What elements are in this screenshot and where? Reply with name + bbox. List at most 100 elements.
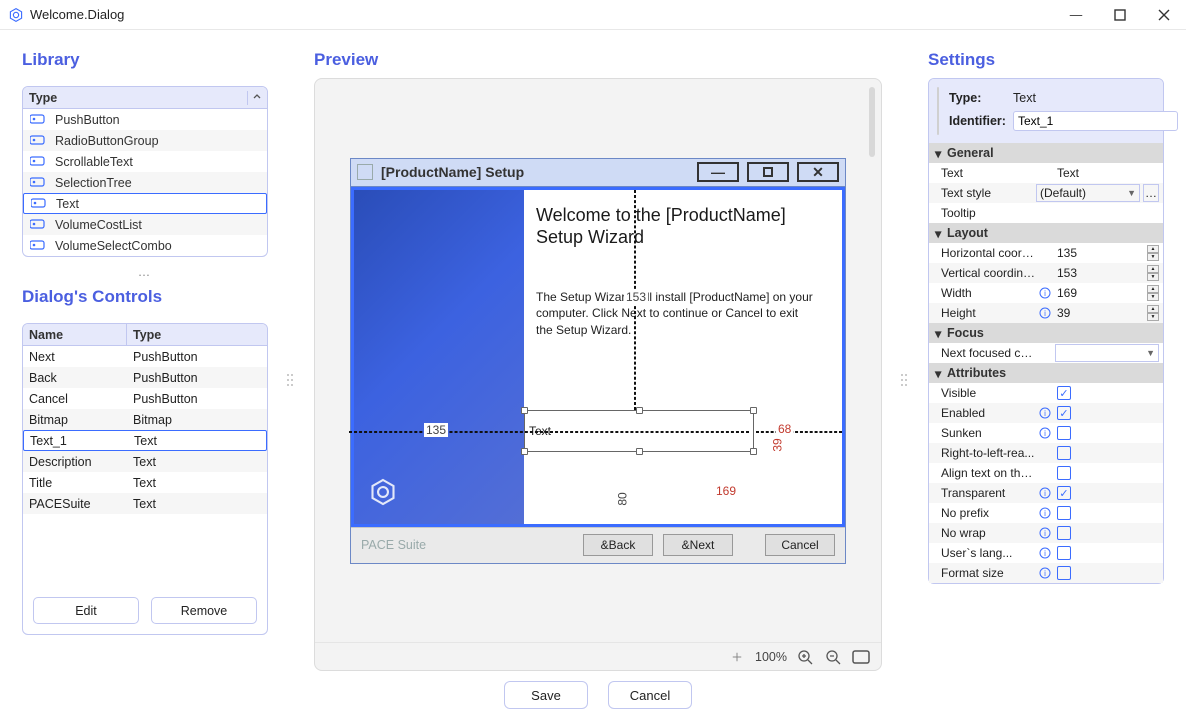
prop-no-wrap[interactable]: No wrapi [929,523,1163,543]
zoom-value: 100% [755,650,787,664]
info-icon[interactable]: i [1037,485,1053,501]
zoom-in-icon[interactable] [795,647,815,667]
info-icon[interactable]: i [1037,505,1053,521]
right-resize-grip[interactable] [900,50,910,709]
checkbox[interactable] [1057,546,1071,560]
dc-row-cancel[interactable]: CancelPushButton [23,388,267,409]
checkbox[interactable] [1057,486,1071,500]
cancel-button[interactable]: Cancel [608,681,692,709]
prop-sunken[interactable]: Sunkeni [929,423,1163,443]
dim-y: 153 [624,290,648,304]
dialog-controls-body[interactable]: NextPushButtonBackPushButtonCancelPushBu… [23,346,267,587]
info-icon[interactable]: i [1037,305,1053,321]
dialog-minimize[interactable]: — [697,162,739,182]
window-title: Welcome.Dialog [30,7,124,22]
checkbox[interactable] [1057,506,1071,520]
chevron-down-icon: ▾ [935,366,943,381]
dc-row-bitmap[interactable]: BitmapBitmap [23,409,267,430]
prop-vertical-coordina-[interactable]: Vertical coordina...153▲▼ [929,263,1163,283]
back-button[interactable]: &Back [583,534,653,556]
library-item-volumeselectcombo[interactable]: VolumeSelectCombo [23,235,267,256]
prop-user-s-lang-[interactable]: User`s lang...i [929,543,1163,563]
dc-row-back[interactable]: BackPushButton [23,367,267,388]
library-item-pushbutton[interactable]: PushButton [23,109,267,130]
dropdown[interactable]: ▼ [1055,344,1159,362]
info-icon[interactable]: i [1037,425,1053,441]
dialog-close[interactable]: ✕ [797,162,839,182]
checkbox[interactable] [1057,446,1071,460]
window-minimize[interactable]: — [1054,0,1098,30]
info-icon[interactable]: i [1037,545,1053,561]
library-list[interactable]: PushButtonRadioButtonGroupScrollableText… [23,109,267,256]
library-resize-grip[interactable]: … [22,265,268,279]
prop-visible[interactable]: Visible [929,383,1163,403]
prop-width[interactable]: Widthi169▲▼ [929,283,1163,303]
prop-format-size[interactable]: Format sizei [929,563,1163,583]
checkbox[interactable] [1057,566,1071,580]
checkbox[interactable] [1057,426,1071,440]
left-resize-grip[interactable] [286,50,296,709]
dropdown[interactable]: (Default)▼ [1036,184,1140,202]
checkbox[interactable] [1057,526,1071,540]
spinner[interactable]: ▲▼ [1147,285,1159,301]
dc-row-next[interactable]: NextPushButton [23,346,267,367]
edit-button[interactable]: Edit [33,597,139,624]
library-item-volumecostlist[interactable]: VolumeCostList [23,214,267,235]
prop-enabled[interactable]: Enabledi [929,403,1163,423]
window-close[interactable] [1142,0,1186,30]
ellipsis-button[interactable]: … [1143,184,1159,202]
safe-area-icon[interactable] [851,647,871,667]
prop-horizontal-coordi-[interactable]: Horizontal coordi...135▲▼ [929,243,1163,263]
group-focus[interactable]: ▾Focus [929,323,1163,343]
dc-row-description[interactable]: DescriptionText [23,451,267,472]
prop-no-prefix[interactable]: No prefixi [929,503,1163,523]
chevron-down-icon: ▾ [935,146,943,161]
identifier-input[interactable] [1013,111,1178,131]
remove-button[interactable]: Remove [151,597,257,624]
prop-text-style[interactable]: Text style(Default)▼… [929,183,1163,203]
info-icon[interactable]: i [1037,565,1053,581]
prop-text[interactable]: TextText [929,163,1163,183]
library-item-text[interactable]: Text [23,193,267,214]
next-button[interactable]: &Next [663,534,733,556]
library-sort-chevron[interactable] [247,91,261,105]
spinner[interactable]: ▲▼ [1147,245,1159,261]
prop-height[interactable]: Heighti39▲▼ [929,303,1163,323]
svg-text:i: i [1044,529,1046,538]
save-button[interactable]: Save [504,681,588,709]
dialog-maximize[interactable] [747,162,789,182]
dc-row-text_1[interactable]: Text_1Text [23,430,267,451]
window-maximize[interactable] [1098,0,1142,30]
dialog-controls-header[interactable]: Name Type [23,324,267,346]
library-item-radiobuttongroup[interactable]: RadioButtonGroup [23,130,267,151]
dc-row-pacesuite[interactable]: PACESuiteText [23,493,267,514]
preview-scrollbar[interactable] [866,87,878,157]
dc-row-title[interactable]: TitleText [23,472,267,493]
library-column-header[interactable]: Type [23,87,267,109]
checkbox[interactable] [1057,386,1071,400]
spinner[interactable]: ▲▼ [1147,305,1159,321]
checkbox[interactable] [1057,406,1071,420]
preview-canvas[interactable]: [ProductName] Setup — ✕ Welcome to the [… [314,78,882,671]
library-item-selectiontree[interactable]: SelectionTree [23,172,267,193]
info-icon[interactable]: i [1037,285,1053,301]
group-general[interactable]: ▾General [929,143,1163,163]
library-heading: Library [22,50,268,70]
group-layout[interactable]: ▾Layout [929,223,1163,243]
info-icon[interactable]: i [1037,405,1053,421]
group-attributes[interactable]: ▾Attributes [929,363,1163,383]
svg-text:i: i [1044,569,1046,578]
info-icon[interactable]: i [1037,525,1053,541]
checkbox[interactable] [1057,466,1071,480]
prop-tooltip[interactable]: Tooltip [929,203,1163,223]
dialog-sys-icon [357,164,373,180]
cancel-dialog-button[interactable]: Cancel [765,534,835,556]
library-item-scrollabletext[interactable]: ScrollableText [23,151,267,172]
prop-align-text-on-the-[interactable]: Align text on the... [929,463,1163,483]
zoom-fit-icon[interactable] [727,647,747,667]
zoom-out-icon[interactable] [823,647,843,667]
prop-transparent[interactable]: Transparenti [929,483,1163,503]
prop-right-to-left-rea-[interactable]: Right-to-left-rea... [929,443,1163,463]
spinner[interactable]: ▲▼ [1147,265,1159,281]
prop-next-focused-co-[interactable]: Next focused co...▼ [929,343,1163,363]
